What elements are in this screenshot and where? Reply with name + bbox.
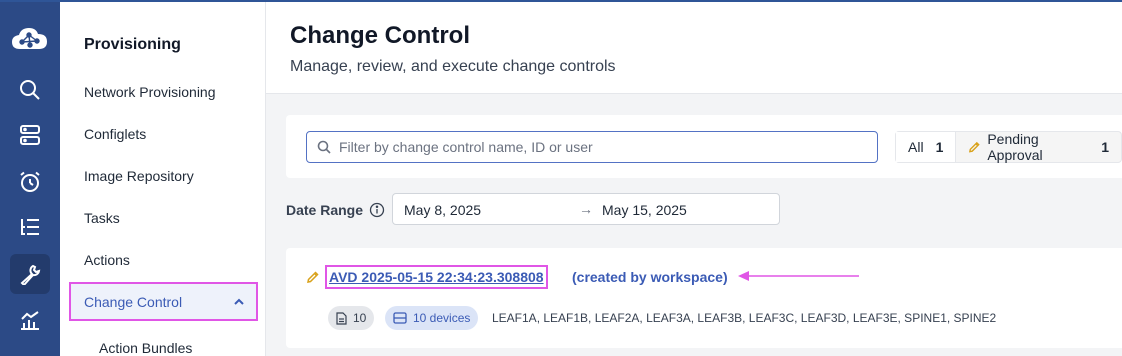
subnav-title: Provisioning — [84, 36, 181, 53]
sidebar-item-tasks[interactable]: Tasks — [84, 210, 120, 226]
page-subtitle: Manage, review, and execute change contr… — [290, 58, 616, 75]
task-count: 10 — [353, 311, 367, 325]
document-icon — [336, 311, 347, 325]
page-title: Change Control — [290, 22, 470, 49]
provisioning-subnav: Provisioning Network Provisioning Config… — [60, 0, 266, 356]
date-range-label-text: Date Range — [286, 202, 364, 218]
sidebar-item-actions[interactable]: Actions — [84, 252, 130, 268]
info-icon[interactable] — [369, 202, 385, 218]
cloud-logo-icon[interactable] — [10, 18, 50, 58]
filter-bar: All 1 Pending Approval 1 — [286, 115, 1122, 178]
status-filter-tabs: All 1 Pending Approval 1 — [895, 131, 1122, 163]
search-field[interactable] — [306, 131, 878, 163]
tab-all[interactable]: All 1 — [896, 132, 957, 162]
tab-pending-approval[interactable]: Pending Approval 1 — [956, 131, 1121, 163]
top-accent-line — [0, 0, 1122, 2]
annotation-arrow-icon — [738, 271, 859, 281]
sidebar-item-configlets[interactable]: Configlets — [84, 126, 146, 142]
provisioning-wrench-icon[interactable] — [10, 254, 50, 294]
arrow-right-icon: → — [579, 201, 593, 217]
search-input[interactable] — [339, 139, 859, 155]
devices-badge[interactable]: 10 devices — [385, 306, 479, 330]
sidebar-item-network-provisioning[interactable]: Network Provisioning — [84, 84, 216, 100]
tab-label: All — [908, 139, 924, 155]
change-control-card: AVD 2025-05-15 22:34:23.308808 (created … — [286, 248, 1122, 348]
search-icon[interactable] — [10, 70, 50, 110]
devices-badge-label: 10 devices — [413, 311, 471, 325]
page-header: Change Control Manage, review, and execu… — [266, 2, 1122, 94]
sidebar-item-image-repository[interactable]: Image Repository — [84, 168, 194, 184]
pencil-icon — [969, 141, 981, 153]
devices-icon — [393, 312, 407, 324]
date-end[interactable]: May 15, 2025 — [602, 202, 687, 218]
tab-label: Pending Approval — [987, 131, 1043, 163]
change-control-link[interactable]: AVD 2025-05-15 22:34:23.308808 — [325, 265, 548, 289]
icon-rail — [0, 0, 60, 356]
date-range-label: Date Range — [286, 202, 385, 218]
sidebar-item-change-control[interactable]: Change Control — [69, 282, 258, 321]
events-alarm-icon[interactable] — [10, 162, 50, 202]
sidebar-item-label: Change Control — [84, 293, 183, 310]
date-range-picker[interactable]: May 8, 2025 → May 15, 2025 — [392, 193, 780, 225]
task-count-badge: 10 — [328, 306, 375, 330]
tab-count: 1 — [935, 139, 944, 155]
chevron-up-icon — [234, 298, 244, 305]
created-by-label: (created by workspace) — [572, 269, 728, 285]
date-start[interactable]: May 8, 2025 — [404, 202, 481, 218]
devices-icon[interactable] — [10, 115, 50, 155]
search-icon — [317, 140, 331, 154]
device-list: LEAF1A, LEAF1B, LEAF2A, LEAF3A, LEAF3B, … — [492, 311, 997, 325]
dashboard-chart-icon[interactable] — [10, 300, 50, 340]
workspace-list-icon[interactable] — [10, 207, 50, 247]
tab-count: 1 — [1101, 139, 1109, 155]
pencil-icon — [307, 271, 319, 283]
sidebar-subitem-action-bundles[interactable]: Action Bundles — [99, 340, 192, 356]
